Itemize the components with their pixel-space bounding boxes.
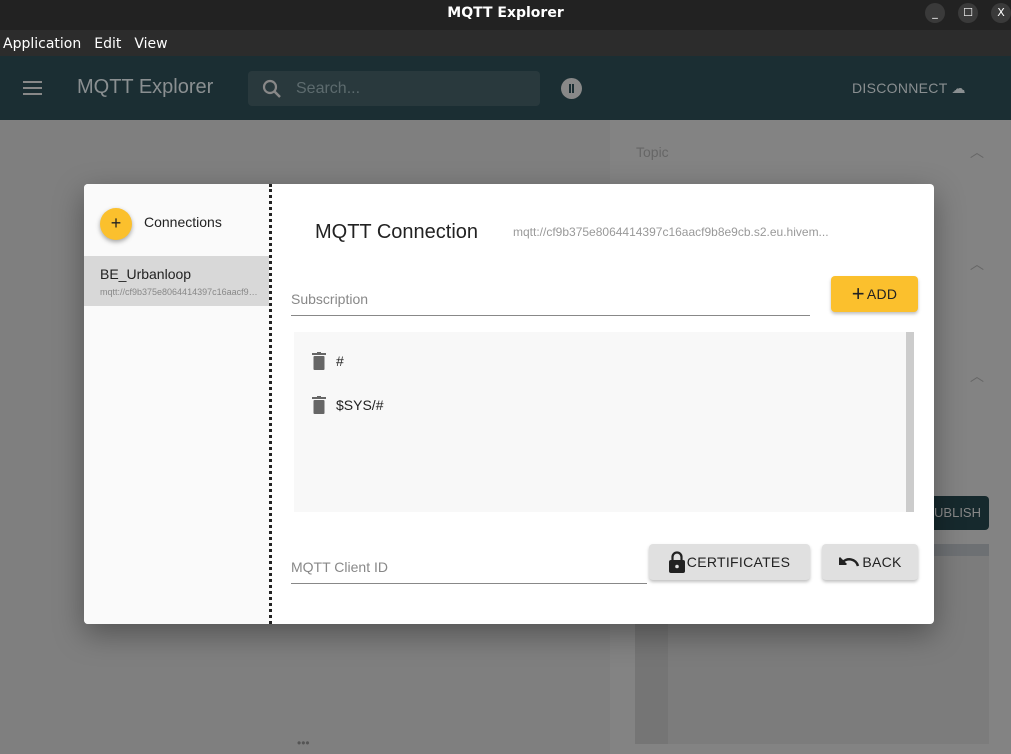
window-title: MQTT Explorer bbox=[447, 5, 564, 21]
connection-name: BE_Urbanloop bbox=[100, 266, 192, 282]
connection-url-header: mqtt://cf9b375e8064414397c16aacf9b8e9cb.… bbox=[513, 225, 829, 239]
connection-url: mqtt://cf9b375e8064414397c16aacf9b8e9cb.… bbox=[100, 287, 260, 297]
menubar: Application Edit View bbox=[0, 30, 1011, 56]
connection-item[interactable]: BE_Urbanloop mqtt://cf9b375e8064414397c1… bbox=[84, 256, 269, 306]
list-item: # bbox=[312, 352, 344, 370]
add-connection-button[interactable]: + bbox=[100, 208, 132, 240]
chevron-up-icon[interactable]: ︿ bbox=[970, 254, 984, 274]
lock-icon bbox=[668, 551, 685, 573]
window-titlebar: MQTT Explorer _ ☐ X bbox=[0, 0, 1011, 30]
maximize-button[interactable]: ☐ bbox=[958, 3, 978, 23]
connections-heading: Connections bbox=[144, 214, 222, 230]
subscription-topic: # bbox=[336, 353, 344, 369]
trash-icon[interactable] bbox=[312, 396, 326, 414]
app-bar: MQTT Explorer Search... DISCONNECT ☁ bbox=[0, 56, 1011, 120]
search-icon bbox=[262, 79, 281, 98]
add-label: ADD bbox=[866, 286, 898, 302]
client-id-placeholder: MQTT Client ID bbox=[291, 559, 388, 575]
topic-label: Topic bbox=[636, 144, 669, 160]
minimize-button[interactable]: _ bbox=[925, 3, 945, 23]
subscription-placeholder: Subscription bbox=[291, 291, 369, 307]
search-input[interactable]: Search... bbox=[248, 71, 540, 106]
list-item: $SYS/# bbox=[312, 396, 383, 414]
dialog-title: MQTT Connection bbox=[315, 221, 479, 243]
chevron-up-icon[interactable]: ︿ bbox=[970, 366, 984, 386]
undo-icon bbox=[839, 557, 860, 567]
pause-icon[interactable] bbox=[561, 78, 582, 99]
subscription-list: # $SYS/# bbox=[294, 332, 914, 512]
disconnect-button[interactable]: DISCONNECT ☁ bbox=[852, 80, 966, 97]
menu-edit[interactable]: Edit bbox=[94, 36, 121, 52]
plus-icon: + bbox=[851, 281, 865, 306]
disconnect-label: DISCONNECT bbox=[852, 80, 948, 96]
drag-handle[interactable]: ••• bbox=[297, 736, 310, 750]
menu-view[interactable]: View bbox=[134, 36, 167, 52]
back-label: BACK bbox=[862, 554, 902, 570]
back-button[interactable]: BACK bbox=[822, 544, 918, 580]
subscription-input[interactable]: Subscription bbox=[291, 280, 810, 316]
add-subscription-button[interactable]: + ADD bbox=[831, 276, 918, 312]
close-button[interactable]: X bbox=[991, 3, 1011, 23]
subscription-topic: $SYS/# bbox=[336, 397, 384, 413]
connection-dialog: + Connections BE_Urbanloop mqtt://cf9b37… bbox=[84, 184, 934, 624]
search-placeholder: Search... bbox=[296, 80, 361, 97]
cloud-off-icon: ☁ bbox=[951, 80, 966, 96]
menu-application[interactable]: Application bbox=[3, 36, 81, 52]
client-id-input[interactable]: MQTT Client ID bbox=[291, 548, 647, 584]
trash-icon[interactable] bbox=[312, 352, 326, 370]
connections-sidebar: + Connections BE_Urbanloop mqtt://cf9b37… bbox=[84, 184, 272, 624]
certificates-button[interactable]: CERTIFICATES bbox=[649, 544, 810, 580]
certificates-label: CERTIFICATES bbox=[686, 554, 791, 570]
chevron-up-icon[interactable]: ︿ bbox=[970, 142, 984, 162]
menu-icon[interactable] bbox=[23, 81, 42, 95]
app-title: MQTT Explorer bbox=[77, 76, 214, 98]
scrollbar[interactable] bbox=[906, 332, 914, 512]
